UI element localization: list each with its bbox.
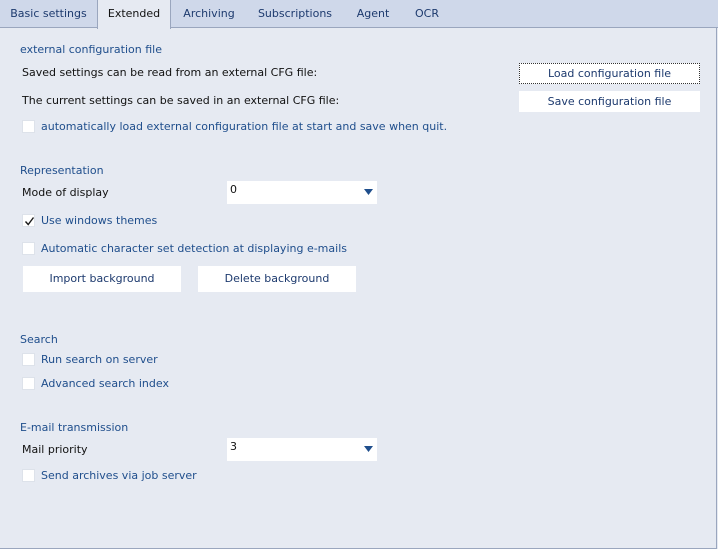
- mail-priority-label: Mail priority: [22, 443, 88, 456]
- chevron-down-icon: [364, 446, 373, 452]
- charset-checkbox[interactable]: [22, 242, 35, 255]
- section-title-search: Search: [20, 333, 58, 346]
- tab-agent[interactable]: Agent: [343, 0, 403, 28]
- themes-label: Use windows themes: [41, 214, 158, 227]
- save-config-text: The current settings can be saved in an …: [22, 94, 340, 107]
- tab-bar: Basic settings Extended Archiving Subscr…: [0, 0, 718, 29]
- mode-display-label: Mode of display: [22, 186, 109, 199]
- mail-priority-value: 3: [230, 440, 237, 453]
- section-title-external-config: external configuration file: [20, 43, 162, 56]
- search-index-label: Advanced search index: [41, 377, 169, 390]
- server-search-checkbox[interactable]: [22, 353, 35, 366]
- autoload-checkbox[interactable]: [22, 120, 35, 133]
- checkmark-icon: [24, 217, 35, 226]
- import-background-button[interactable]: Import background: [23, 266, 181, 292]
- section-title-email: E-mail transmission: [20, 421, 129, 434]
- job-server-checkbox[interactable]: [22, 469, 35, 482]
- section-title-representation: Representation: [20, 164, 104, 177]
- mail-priority-select[interactable]: 3: [227, 438, 377, 461]
- mode-display-value: 0: [230, 183, 237, 196]
- tab-basic-settings[interactable]: Basic settings: [0, 0, 97, 28]
- chevron-down-icon: [364, 189, 373, 195]
- tab-subscriptions[interactable]: Subscriptions: [247, 0, 343, 28]
- save-config-button[interactable]: Save configuration file: [519, 91, 700, 112]
- read-config-text: Saved settings can be read from an exter…: [22, 66, 318, 79]
- delete-background-button[interactable]: Delete background: [198, 266, 356, 292]
- extended-settings-page: external configuration file Saved settin…: [0, 28, 717, 549]
- autoload-label: automatically load external configuratio…: [41, 120, 448, 133]
- tab-ocr[interactable]: OCR: [403, 0, 451, 28]
- server-search-label: Run search on server: [41, 353, 158, 366]
- mode-display-select[interactable]: 0: [227, 181, 377, 204]
- tab-extended[interactable]: Extended: [97, 0, 171, 29]
- themes-checkbox[interactable]: [22, 214, 35, 227]
- job-server-label: Send archives via job server: [41, 469, 197, 482]
- charset-label: Automatic character set detection at dis…: [41, 242, 347, 255]
- tab-archiving[interactable]: Archiving: [171, 0, 247, 28]
- search-index-checkbox[interactable]: [22, 377, 35, 390]
- load-config-button[interactable]: Load configuration file: [519, 63, 700, 84]
